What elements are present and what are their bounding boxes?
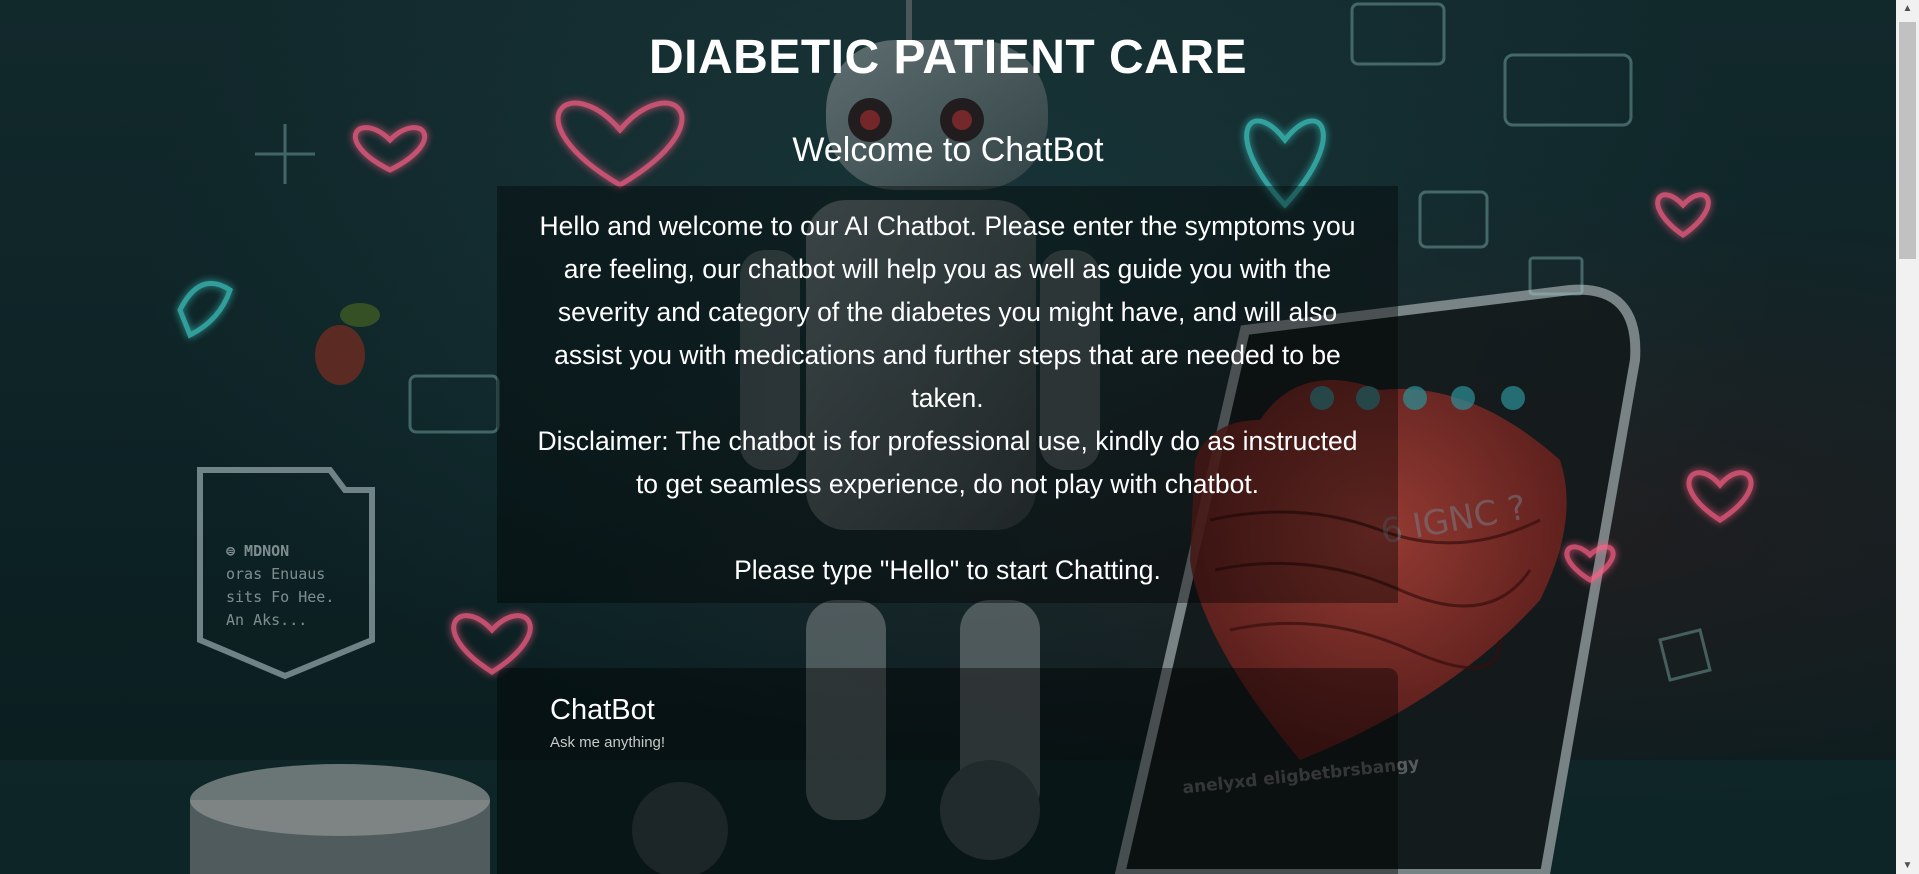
disclaimer-text: Disclaimer: The chatbot is for professio… <box>537 426 1358 499</box>
background-sign-text: ⊜ MDNON oras Enuaus sits Fo Hee. An Aks.… <box>226 540 376 632</box>
chatbot-subtitle: Ask me anything! <box>550 734 666 751</box>
intro-paragraph: Hello and welcome to our AI Chatbot. Ple… <box>539 211 1356 413</box>
background-sign-line: sits Fo Hee. <box>226 588 335 606</box>
scroll-up-arrow-icon[interactable]: ▲ <box>1896 0 1919 17</box>
page-title: DIABETIC PATIENT CARE <box>648 31 1248 84</box>
welcome-heading: Welcome to ChatBot <box>792 131 1104 169</box>
start-instruction: Please type "Hello" to start Chatting. <box>734 555 1161 585</box>
intro-panel: Hello and welcome to our AI Chatbot. Ple… <box>497 186 1398 603</box>
background-sign-line: oras Enuaus <box>226 565 326 583</box>
background-heart-text: 6 IGNC ? <box>1377 487 1530 553</box>
chatbot-panel: ChatBot Ask me anything! <box>497 668 1398 874</box>
page-scrollbar[interactable]: ▲ ▼ <box>1896 0 1919 874</box>
background-sign-line: ⊜ MDNON <box>226 542 290 560</box>
scrollbar-thumb[interactable] <box>1899 22 1916 259</box>
background-sign-line: An Aks... <box>226 611 308 629</box>
scroll-down-arrow-icon[interactable]: ▼ <box>1896 857 1919 874</box>
chatbot-title: ChatBot <box>550 694 655 726</box>
